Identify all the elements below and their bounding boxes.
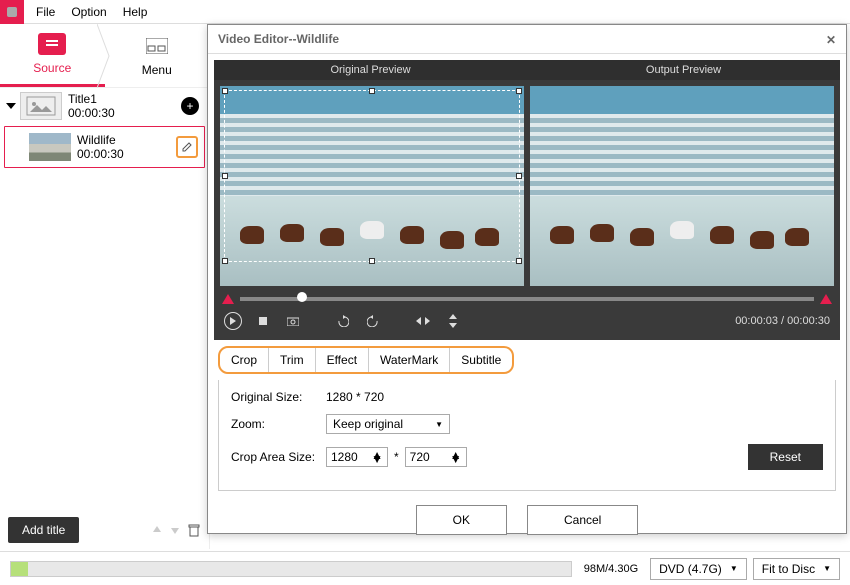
original-size-value: 1280 * 720	[326, 390, 384, 404]
zoom-value: Keep original	[333, 417, 403, 431]
output-preview-pane	[530, 86, 834, 286]
sidebar-footer: Add title	[0, 517, 209, 543]
move-down-icon[interactable]	[169, 524, 181, 536]
mark-in-icon[interactable]	[222, 294, 234, 304]
source-icon	[44, 38, 60, 50]
output-preview-label: Output Preview	[527, 60, 840, 80]
step-source[interactable]: Source	[0, 24, 105, 87]
playback-controls: 00:00:03 / 00:00:30	[214, 306, 840, 340]
disc-type-select[interactable]: DVD (4.7G) ▼	[650, 558, 747, 580]
preview-area: Original Preview Output Preview	[214, 60, 840, 340]
step-menu[interactable]: Menu	[105, 24, 210, 87]
video-editor-dialog: Video Editor--Wildlife ✕ Original Previe…	[207, 24, 847, 534]
delete-icon[interactable]	[187, 523, 201, 537]
tab-subtitle[interactable]: Subtitle	[450, 348, 512, 372]
stop-button[interactable]	[254, 312, 272, 330]
dialog-titlebar: Video Editor--Wildlife ✕	[208, 25, 846, 54]
title-row[interactable]: Title1 00:00:30 +	[0, 88, 209, 124]
flip-v-icon	[448, 314, 458, 328]
chevron-down-icon: ▼	[730, 564, 738, 573]
dimension-separator: *	[394, 450, 399, 464]
play-icon	[229, 317, 237, 325]
title-name: Title1	[68, 92, 115, 106]
crop-area-label: Crop Area Size:	[231, 450, 326, 464]
flip-h-button[interactable]	[414, 312, 432, 330]
snapshot-button[interactable]	[284, 312, 302, 330]
crop-marquee[interactable]	[224, 90, 520, 262]
tab-trim[interactable]: Trim	[269, 348, 316, 372]
timeline-track[interactable]	[240, 297, 814, 301]
close-button[interactable]: ✕	[826, 31, 836, 47]
step-menu-label: Menu	[142, 63, 172, 77]
timeline[interactable]	[214, 292, 840, 306]
clip-duration: 00:00:30	[77, 147, 124, 161]
crop-width-value: 1280	[331, 450, 358, 464]
crop-height-value: 720	[410, 450, 430, 464]
clip-row-wildlife[interactable]: Wildlife 00:00:30	[4, 126, 205, 168]
plus-icon: +	[186, 99, 193, 113]
edit-icon	[181, 141, 193, 153]
footer-bar: 98M/4.30G DVD (4.7G) ▼ Fit to Disc ▼	[0, 551, 850, 585]
chevron-down-icon: ▼	[435, 420, 443, 429]
menu-icon	[146, 38, 168, 54]
edit-clip-button[interactable]	[176, 136, 198, 158]
title-thumbnail	[20, 92, 62, 120]
chevron-down-icon: ▼	[823, 564, 831, 573]
fit-select[interactable]: Fit to Disc ▼	[753, 558, 840, 580]
add-title-button[interactable]: Add title	[8, 517, 79, 543]
dialog-buttons: OK Cancel	[208, 497, 846, 543]
original-size-label: Original Size:	[231, 390, 326, 404]
tab-crop[interactable]: Crop	[220, 348, 269, 372]
clip-name: Wildlife	[77, 133, 124, 147]
stop-icon	[259, 317, 267, 325]
spinner-icon[interactable]: ▲▼	[371, 453, 383, 461]
original-preview-label: Original Preview	[214, 60, 527, 80]
app-logo	[0, 0, 24, 24]
snapshot-icon	[287, 316, 299, 326]
flip-h-icon	[416, 316, 430, 326]
move-up-icon[interactable]	[151, 524, 163, 536]
zoom-label: Zoom:	[231, 417, 326, 431]
reset-button[interactable]: Reset	[748, 444, 823, 470]
rotate-left-icon	[337, 315, 349, 327]
logo-icon	[5, 5, 19, 19]
crop-height-input[interactable]: 720 ▲▼	[405, 447, 467, 467]
disc-type-value: DVD (4.7G)	[659, 562, 722, 576]
zoom-select[interactable]: Keep original ▼	[326, 414, 450, 434]
original-preview-pane[interactable]	[220, 86, 524, 286]
flip-v-button[interactable]	[444, 312, 462, 330]
disc-usage-text: 98M/4.30G	[578, 563, 644, 575]
crop-width-input[interactable]: 1280 ▲▼	[326, 447, 388, 467]
playhead[interactable]	[297, 292, 307, 302]
step-bar: Source Menu	[0, 24, 209, 88]
add-button[interactable]: +	[181, 97, 199, 115]
disc-usage-bar	[10, 561, 572, 577]
title-duration: 00:00:30	[68, 106, 115, 120]
top-menubar: File Option Help	[0, 0, 850, 24]
menu-help[interactable]: Help	[123, 5, 148, 19]
disclosure-triangle-icon[interactable]	[6, 103, 16, 109]
close-icon: ✕	[826, 33, 836, 47]
menu-option[interactable]: Option	[71, 5, 106, 19]
image-placeholder-icon	[26, 96, 56, 116]
spinner-icon[interactable]: ▲▼	[450, 453, 462, 461]
crop-options-panel: Original Size: 1280 * 720 Zoom: Keep ori…	[218, 380, 836, 491]
timecode: 00:00:03 / 00:00:30	[735, 315, 830, 327]
step-source-label: Source	[33, 61, 71, 75]
dialog-title: Video Editor--Wildlife	[218, 32, 339, 46]
tab-effect[interactable]: Effect	[316, 348, 369, 372]
mark-out-icon[interactable]	[820, 294, 832, 304]
clip-thumbnail	[29, 133, 71, 161]
menu-file[interactable]: File	[36, 5, 55, 19]
play-button[interactable]	[224, 312, 242, 330]
ok-button[interactable]: OK	[416, 505, 507, 535]
rotate-right-icon	[367, 315, 379, 327]
rotate-right-button[interactable]	[364, 312, 382, 330]
sidebar: Source Menu Title1 00:00:30 +	[0, 24, 210, 549]
tab-watermark[interactable]: WaterMark	[369, 348, 450, 372]
rotate-left-button[interactable]	[334, 312, 352, 330]
editor-tabs: Crop Trim Effect WaterMark Subtitle	[218, 346, 514, 374]
fit-value: Fit to Disc	[762, 562, 815, 576]
cancel-button[interactable]: Cancel	[527, 505, 638, 535]
